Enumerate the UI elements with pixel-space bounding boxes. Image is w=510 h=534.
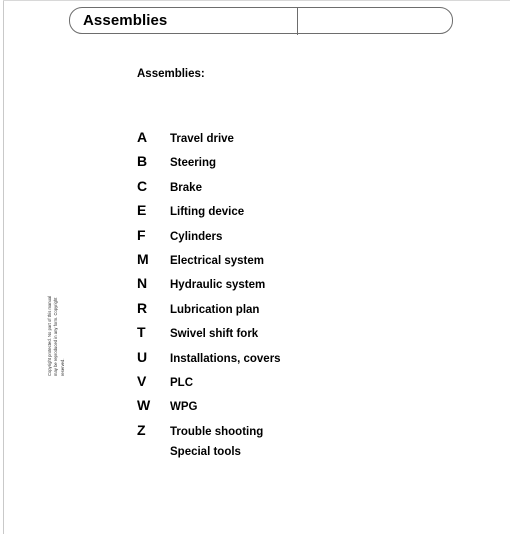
assembly-label: Swivel shift fork (170, 328, 259, 341)
list-item: U Installations, covers (137, 350, 457, 374)
assembly-code: F (137, 226, 146, 243)
header-secondary-cell (298, 8, 452, 33)
list-item: Z Trouble shooting (137, 423, 457, 447)
assembly-label: Installations, covers (170, 352, 281, 365)
assembly-label: WPG (170, 401, 198, 414)
assembly-code: U (137, 348, 148, 365)
list-item: E Lifting device (137, 203, 457, 227)
list-item: R Lubrication plan (137, 301, 457, 325)
assembly-code: T (137, 324, 146, 341)
list-item: N Hydraulic system (137, 276, 457, 300)
assembly-code: B (137, 153, 148, 170)
list-item: F Cylinders (137, 228, 457, 252)
assembly-label: Special tools (170, 446, 241, 459)
list-item: M Electrical system (137, 252, 457, 276)
copyright-line-3: reserved. (59, 358, 65, 376)
document-page: Assemblies Assemblies: A Travel drive B … (0, 0, 510, 534)
document-header-bar: Assemblies (69, 7, 453, 35)
assembly-label: Electrical system (170, 254, 264, 267)
assembly-code: W (137, 397, 151, 414)
assembly-label: PLC (170, 376, 193, 389)
page-border-top (3, 0, 510, 1)
list-item: A Travel drive (137, 130, 457, 154)
header-title-cell: Assemblies (70, 8, 297, 33)
assembly-code: N (137, 275, 148, 292)
assembly-code: R (137, 299, 148, 316)
assemblies-list: A Travel drive B Steering C Brake E Lift… (137, 130, 457, 471)
assembly-label: Trouble shooting (170, 425, 264, 438)
list-item: T Swivel shift fork (137, 325, 457, 349)
copyright-notice: Copyright protected. No part of this man… (47, 240, 69, 376)
assembly-code: V (137, 372, 147, 389)
list-item: C Brake (137, 179, 457, 203)
assembly-label: Lubrication plan (170, 303, 260, 316)
assembly-label: Cylinders (170, 230, 223, 243)
assembly-label: Lifting device (170, 206, 245, 219)
assembly-code: M (137, 250, 149, 267)
assembly-code: C (137, 177, 148, 194)
list-item: V PLC (137, 374, 457, 398)
assembly-code: Z (137, 421, 146, 438)
assembly-label: Travel drive (170, 133, 234, 145)
page-border-left (3, 0, 4, 534)
list-item: B Steering (137, 154, 457, 178)
assembly-label: Steering (170, 157, 217, 170)
assembly-label: Hydraulic system (170, 279, 266, 292)
page-title: Assemblies (83, 12, 168, 29)
assembly-code: A (137, 129, 148, 145)
assembly-code: E (137, 202, 147, 219)
section-heading: Assemblies: (137, 68, 205, 80)
assembly-label: Brake (170, 181, 202, 194)
list-item: W WPG (137, 398, 457, 422)
list-item: Special tools (137, 447, 457, 471)
